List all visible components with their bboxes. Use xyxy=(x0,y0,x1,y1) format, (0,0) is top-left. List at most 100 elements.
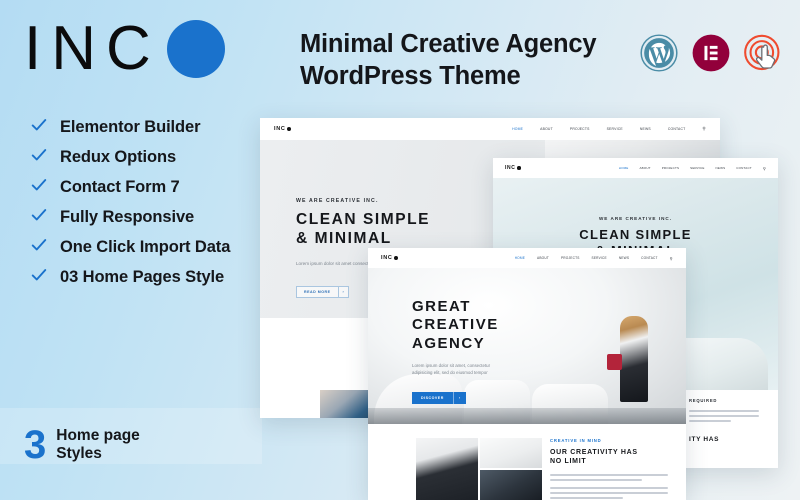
check-icon xyxy=(30,176,50,199)
nav-item-contact[interactable]: CONTACT xyxy=(736,166,752,170)
nav-item-service[interactable]: SERVICE xyxy=(592,256,607,260)
home-page-styles-caption: 3 Home page Styles xyxy=(24,425,140,465)
brand-dot-icon xyxy=(166,20,225,78)
feature-label: Elementor Builder xyxy=(60,117,201,136)
mockup-three-title-line2: CREATIVE xyxy=(412,316,499,334)
nav-item-service[interactable]: SERVICE xyxy=(607,127,623,131)
feature-label: Fully Responsive xyxy=(60,207,195,226)
mockup-one-title-line2: & MINIMAL xyxy=(296,229,392,247)
feature-label: Redux Options xyxy=(60,147,177,166)
mockup-three-sub-label: CREATIVE IN MIND xyxy=(550,438,602,443)
nav-item-about[interactable]: ABOUT xyxy=(639,166,650,170)
nav-item-contact[interactable]: CONTACT xyxy=(668,127,686,131)
hero-floor-three xyxy=(368,408,686,424)
check-icon xyxy=(30,206,50,229)
feature-list: Elementor Builder Redux Options Contact … xyxy=(30,112,280,292)
creativity-photo-tools xyxy=(480,438,542,468)
hero-bag-three xyxy=(607,354,622,370)
check-icon xyxy=(30,266,50,289)
creativity-photo-desk xyxy=(480,470,542,500)
feature-label: One Click Import Data xyxy=(60,237,231,256)
mockup-three-discover-button[interactable]: DISCOVER › xyxy=(412,392,466,405)
check-icon xyxy=(30,236,50,259)
nav-item-news[interactable]: NEWS xyxy=(640,127,651,131)
nav-item-projects[interactable]: PROJECTS xyxy=(570,127,590,131)
promo-banner: INC HOME ABOUT PROJECTS SERVICE NEWS CON… xyxy=(0,0,800,500)
mockup-three-navbar[interactable]: INC HOME ABOUT PROJECTS SERVICE NEWS CON… xyxy=(368,248,686,268)
mockup-two-required-label: REQUIRED xyxy=(689,398,718,403)
chevron-right-icon: › xyxy=(452,392,466,405)
mockup-three-title-line3: AGENCY xyxy=(412,334,486,352)
mockup-three-menu[interactable]: HOME ABOUT PROJECTS SERVICE NEWS CONTACT… xyxy=(515,256,673,261)
nav-item-service[interactable]: SERVICE xyxy=(690,166,704,170)
nav-item-projects[interactable]: PROJECTS xyxy=(662,166,679,170)
wordpress-badge xyxy=(640,34,678,72)
search-icon[interactable]: ⚲ xyxy=(670,256,673,261)
mockup-three-logo: INC xyxy=(381,255,399,261)
mockup-three-logo-text: INC xyxy=(381,255,393,261)
logo-dot-icon xyxy=(287,127,292,131)
feature-item: Fully Responsive xyxy=(30,202,280,232)
mockup-two-required-lines xyxy=(689,410,759,425)
nav-item-home[interactable]: HOME xyxy=(619,166,629,170)
hero-person-three xyxy=(620,316,648,402)
caption-line-2: Styles xyxy=(56,445,102,462)
feature-item: Contact Form 7 xyxy=(30,172,280,202)
mockup-one-title-line1: CLEAN SIMPLE xyxy=(296,211,430,228)
mockup-three-title-line1: GREAT xyxy=(412,298,471,315)
mockup-three-sub-title-line2: NO LIMIT xyxy=(550,458,587,466)
mockup-three-sub-title-line1: OUR CREATIVITY HAS xyxy=(550,449,638,456)
discover-label: DISCOVER xyxy=(421,396,444,401)
mockup-three-creativity-copy: CREATIVE IN MIND OUR CREATIVITY HAS NO L… xyxy=(550,438,668,500)
page-title: Minimal Creative Agency WordPress Theme xyxy=(300,30,597,91)
one-click-import-badge xyxy=(744,34,782,72)
mockup-two-section-title: ITY HAS xyxy=(689,436,720,443)
brand-wordmark: INC xyxy=(24,14,161,83)
mockup-two-navbar[interactable]: INC HOME ABOUT PROJECTS SERVICE NEWS CON… xyxy=(493,158,778,178)
home-page-caption-text: Home page Styles xyxy=(56,427,140,464)
nav-item-about[interactable]: ABOUT xyxy=(537,256,549,260)
feature-label: Contact Form 7 xyxy=(60,177,180,196)
logo-dot-icon xyxy=(394,256,399,260)
mockup-one-menu[interactable]: HOME ABOUT PROJECTS SERVICE NEWS CONTACT… xyxy=(512,126,706,132)
feature-item: Elementor Builder xyxy=(30,112,280,142)
mockup-three-creativity-section: CREATIVE IN MIND OUR CREATIVITY HAS NO L… xyxy=(368,424,686,500)
nav-item-news[interactable]: NEWS xyxy=(619,256,629,260)
feature-label: 03 Home Pages Style xyxy=(60,267,225,286)
feature-item: Redux Options xyxy=(30,142,280,172)
check-icon xyxy=(30,146,50,169)
mockup-three-paragraph-lines-b xyxy=(550,487,668,500)
mockup-two-title-line1: CLEAN SIMPLE xyxy=(579,227,692,242)
check-icon xyxy=(30,116,50,139)
mockup-two-eyebrow: WE ARE CREATIVE INC. xyxy=(598,216,673,221)
chevron-right-icon: › xyxy=(337,286,349,297)
search-icon[interactable]: ⚲ xyxy=(702,126,706,132)
mockup-one-eyebrow: WE ARE CREATIVE INC. xyxy=(296,198,379,204)
mockup-two-menu[interactable]: HOME ABOUT PROJECTS SERVICE NEWS CONTACT… xyxy=(619,166,766,171)
mockup-one-navbar[interactable]: INC HOME ABOUT PROJECTS SERVICE NEWS CON… xyxy=(260,118,720,140)
mockup-three-hero-text: GREAT CREATIVE AGENCY Lorem ipsum dolor … xyxy=(412,298,506,405)
nav-item-projects[interactable]: PROJECTS xyxy=(561,256,580,260)
badge-group xyxy=(640,34,782,72)
search-icon[interactable]: ⚲ xyxy=(763,166,766,171)
mockup-home-three[interactable]: INC HOME ABOUT PROJECTS SERVICE NEWS CON… xyxy=(368,248,686,500)
brand-lockup: INC xyxy=(24,18,225,80)
nav-item-news[interactable]: NEWS xyxy=(716,166,726,170)
mockup-one-read-more-button[interactable]: READ MORE › xyxy=(296,285,350,298)
mockup-two-logo-text: INC xyxy=(505,165,516,171)
creativity-photo-main xyxy=(416,438,478,500)
feature-item: One Click Import Data xyxy=(30,232,280,262)
logo-dot-icon xyxy=(517,166,521,170)
elementor-badge xyxy=(692,34,730,72)
mockup-three-paragraph: Lorem ipsum dolor sit amet, consectetur … xyxy=(412,362,491,375)
read-more-label: READ MORE xyxy=(304,289,331,294)
nav-item-contact[interactable]: CONTACT xyxy=(641,256,658,260)
nav-item-about[interactable]: ABOUT xyxy=(540,127,553,131)
caption-line-1: Home page xyxy=(56,426,140,444)
nav-item-home[interactable]: HOME xyxy=(512,127,523,131)
feature-item: 03 Home Pages Style xyxy=(30,262,280,292)
mockup-three-hero: GREAT CREATIVE AGENCY Lorem ipsum dolor … xyxy=(368,268,686,424)
mockup-three-paragraph-lines-a xyxy=(550,474,668,482)
home-page-count: 3 xyxy=(24,423,47,467)
nav-item-home[interactable]: HOME xyxy=(515,256,525,260)
